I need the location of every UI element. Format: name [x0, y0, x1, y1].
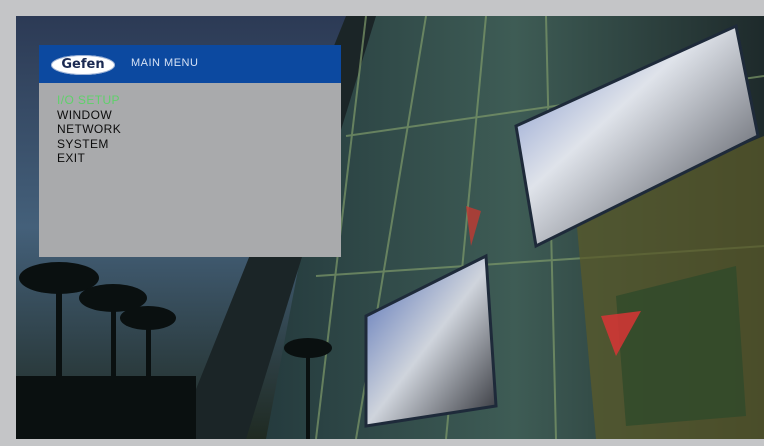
- gefen-logo: Gefen: [51, 55, 115, 75]
- menu-item-network[interactable]: NETWORK: [57, 122, 121, 137]
- menu-item-window[interactable]: WINDOW: [57, 108, 121, 123]
- menu-item-system[interactable]: SYSTEM: [57, 137, 121, 152]
- menu-list: I/O SETUP WINDOW NETWORK SYSTEM EXIT: [57, 93, 121, 166]
- menu-item-io-setup[interactable]: I/O SETUP: [57, 93, 121, 108]
- video-screen: Gefen MAIN MENU I/O SETUP WINDOW NETWORK…: [16, 16, 764, 439]
- menu-header-bar: Gefen MAIN MENU: [39, 45, 341, 83]
- device-frame: Gefen MAIN MENU I/O SETUP WINDOW NETWORK…: [0, 0, 764, 446]
- menu-title: MAIN MENU: [131, 57, 199, 69]
- logo-text: Gefen: [61, 57, 105, 72]
- menu-item-exit[interactable]: EXIT: [57, 151, 121, 166]
- main-menu-panel: Gefen MAIN MENU I/O SETUP WINDOW NETWORK…: [39, 45, 341, 257]
